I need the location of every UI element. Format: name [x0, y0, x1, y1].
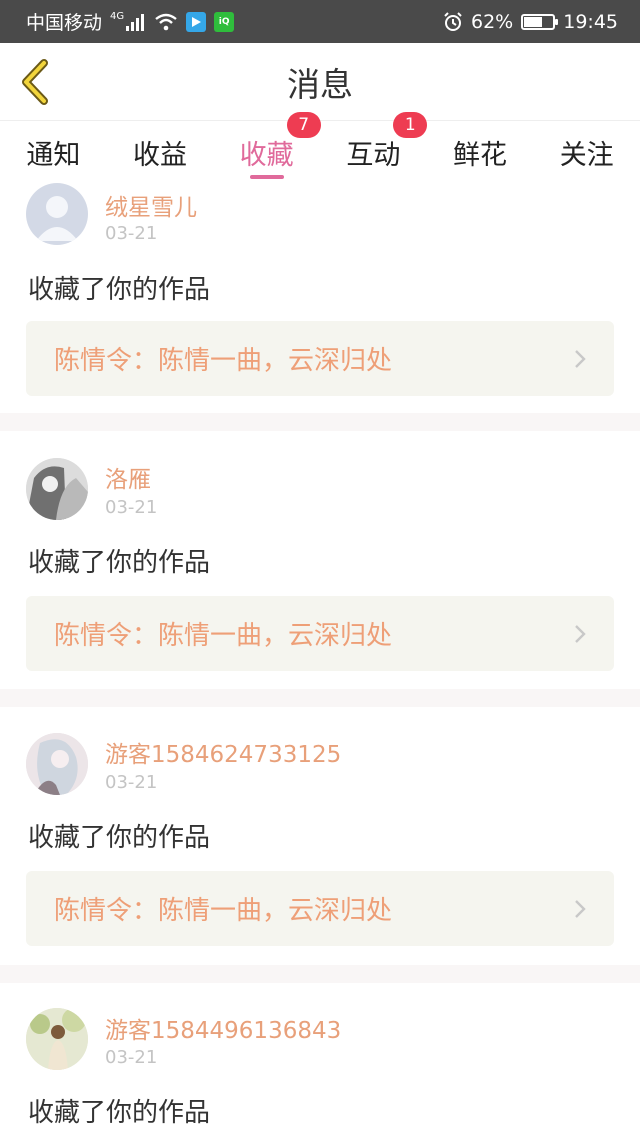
avatar[interactable] [26, 1008, 88, 1070]
battery-icon [521, 13, 559, 30]
tab-label: 关注 [559, 139, 614, 171]
username[interactable]: 绒星雪儿 [105, 188, 197, 222]
date: 03-21 [105, 1047, 158, 1068]
action-text: 收藏了你的作品 [28, 548, 211, 578]
work-title: 陈情令：陈情一曲，云深归处 [54, 896, 393, 926]
divider [0, 689, 640, 707]
tab-label: 收益 [133, 139, 187, 171]
date: 03-21 [105, 772, 158, 793]
tab-following[interactable]: 关注 [533, 121, 640, 183]
active-tab-indicator [249, 175, 284, 179]
battery-percent: 62% [471, 10, 514, 33]
chevron-right-icon [574, 899, 586, 919]
network-type: 4G [110, 11, 125, 22]
work-title: 陈情令：陈情一曲，云深归处 [54, 621, 393, 651]
divider [0, 965, 640, 983]
username[interactable]: 游客1584624733125 [105, 735, 341, 769]
header: 消息 [0, 43, 640, 121]
tab-favorites[interactable]: 收藏 7 [213, 112, 321, 183]
action-text: 收藏了你的作品 [28, 823, 211, 853]
wifi-icon [154, 13, 178, 31]
status-bar: 中国移动 4G iQ 62% 19:45 [0, 0, 640, 43]
list-item: 绒星雪儿 03-21 收藏了你的作品 陈情令：陈情一曲，云深归处 [0, 183, 640, 413]
date: 03-21 [105, 497, 158, 518]
list-item: 游客1584496136843 03-21 收藏了你的作品 [0, 983, 640, 1138]
tab-earnings[interactable]: 收益 [107, 121, 214, 183]
avatar[interactable] [26, 733, 88, 795]
username[interactable]: 游客1584496136843 [105, 1011, 341, 1045]
tab-bar: 通知 收益 收藏 7 互动 1 鲜花 关注 [0, 112, 640, 183]
tab-label: 通知 [26, 139, 81, 171]
avatar[interactable] [26, 183, 88, 245]
tab-label: 互动 [346, 139, 401, 171]
chevron-right-icon [574, 349, 586, 369]
work-link[interactable]: 陈情令：陈情一曲，云深归处 [26, 321, 614, 396]
list-item: 洛雁 03-21 收藏了你的作品 陈情令：陈情一曲，云深归处 [0, 431, 640, 689]
page-title: 消息 [287, 64, 353, 104]
tab-flowers[interactable]: 鲜花 [427, 121, 534, 183]
action-text: 收藏了你的作品 [28, 1098, 211, 1128]
tab-label: 收藏 [239, 139, 294, 171]
message-list[interactable]: 绒星雪儿 03-21 收藏了你的作品 陈情令：陈情一曲，云深归处 洛雁 03-2… [0, 183, 640, 1138]
alarm-clock-icon [443, 11, 463, 32]
back-button[interactable] [14, 57, 58, 107]
action-text: 收藏了你的作品 [28, 275, 211, 305]
carrier-name: 中国移动 [26, 12, 103, 34]
tab-notifications[interactable]: 通知 [0, 121, 107, 183]
chevron-left-icon [22, 59, 48, 105]
work-link[interactable]: 陈情令：陈情一曲，云深归处 [26, 871, 614, 946]
date: 03-21 [105, 223, 158, 244]
iqiyi-app-icon: iQ [214, 11, 235, 32]
battery-level [524, 16, 542, 27]
tab-interactions[interactable]: 互动 1 [320, 112, 428, 183]
tab-badge: 7 [286, 112, 321, 138]
clock: 19:45 [563, 10, 618, 33]
tab-badge: 1 [393, 112, 428, 138]
avatar[interactable] [26, 458, 88, 520]
chevron-right-icon [574, 624, 586, 644]
work-link[interactable]: 陈情令：陈情一曲，云深归处 [26, 596, 614, 671]
username[interactable]: 洛雁 [105, 460, 151, 494]
list-item: 游客1584624733125 03-21 收藏了你的作品 陈情令：陈情一曲，云… [0, 707, 640, 965]
divider [0, 413, 640, 431]
signal-icon [126, 13, 146, 31]
work-title: 陈情令：陈情一曲，云深归处 [54, 346, 393, 376]
video-app-icon [186, 11, 207, 32]
tab-label: 鲜花 [453, 139, 508, 171]
